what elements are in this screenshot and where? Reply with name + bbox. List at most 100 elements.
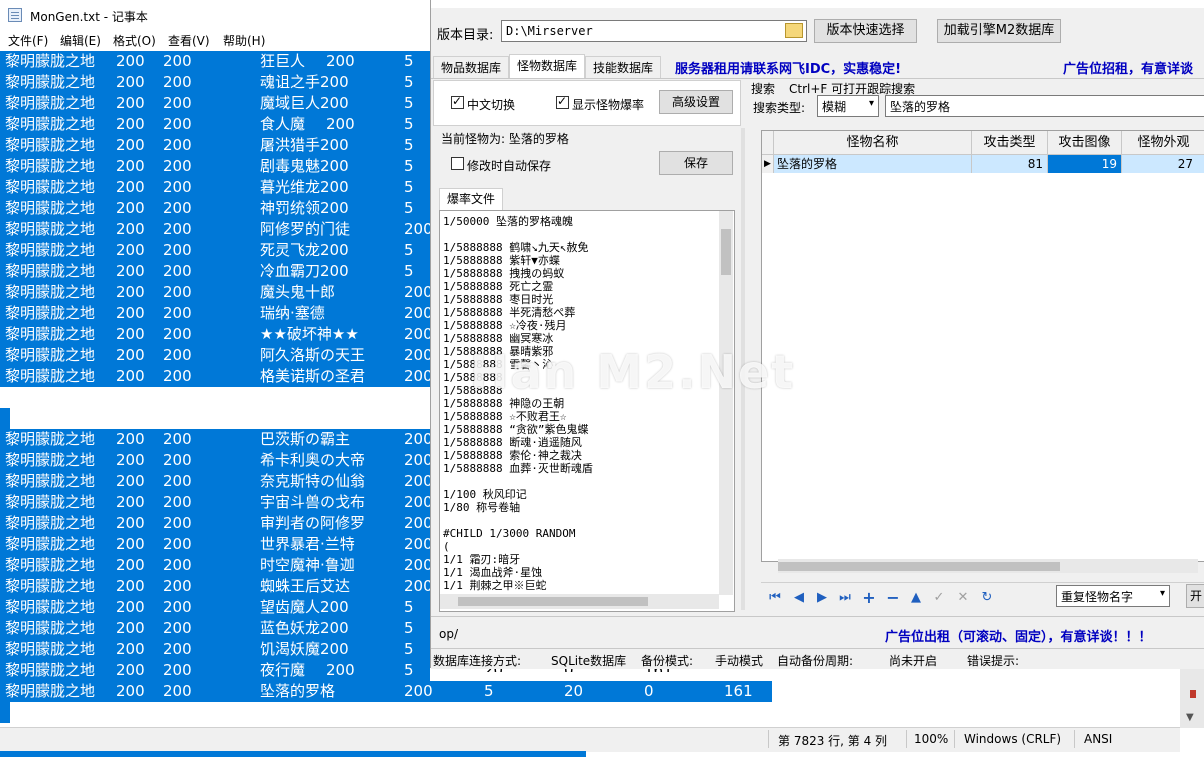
folder-icon[interactable] [785,23,803,38]
window-title: MonGen.txt - 记事本 [30,10,148,24]
tab-drop-file[interactable]: 爆率文件 [439,188,503,210]
text-line: 黎明朦胧之地 200 200 冷血霸刀200 5 [0,261,430,282]
backup-value: 手动模式 [715,654,764,668]
blank-selected-line [0,408,10,429]
cell-monster-name[interactable]: 坠落的罗格 [774,155,972,173]
menu-help[interactable]: 帮助(H) [223,32,265,49]
col-attack-image[interactable]: 攻击图像 [1048,131,1122,155]
drop-file-editor[interactable]: 1/50000 坠落的罗格魂魄 1/5888888 鹤啸↘九天↖赦免 1/58888… [439,210,735,612]
load-db-button[interactable]: 加载引擎M2数据库 [937,19,1061,43]
notepad-statusbar: 第 7823 行, 第 4 列 100% Windows (CRLF) ANSI [0,727,1180,752]
cell-attack-image[interactable]: 19 [1048,155,1122,173]
cancel-edit-icon[interactable]: ✕ [955,590,971,606]
drop-hscroll[interactable] [440,594,719,609]
text-line: 黎明朦胧之地 200 200 魂诅之手200 5 [0,72,430,93]
text-line: 黎明朦胧之地 200 200 狂巨人 200 5 [0,51,430,72]
col-attack-type[interactable]: 攻击类型 [972,131,1048,155]
grid-hscroll[interactable] [778,559,1198,573]
drop-line: 1/1 霜刃:暗牙 [443,553,521,566]
drop-vscroll[interactable] [719,211,733,595]
scroll-down-icon[interactable]: ▼ [1186,712,1194,723]
text-line: 黎明朦胧之地 200 200 阿修罗的门徒 200 [0,219,433,240]
cycle-label: 自动备份周期: [777,654,854,668]
tab-items[interactable]: 物品数据库 [433,56,509,78]
drop-line: 1/5888888 断魂·逍遥随风 [443,436,582,449]
search-type-select[interactable]: 模糊 ▾ [817,95,879,117]
menu-format[interactable]: 格式(O) [113,32,156,49]
advanced-settings-button[interactable]: 高级设置 [659,90,733,114]
notepad-menubar: 文件(F) 编辑(E) 格式(O) 查看(V) 帮助(H) [0,30,430,50]
drop-line: 1/80 称号卷轴 [443,501,521,514]
tab-skills[interactable]: 技能数据库 [585,56,661,78]
ad-banner-top-right[interactable]: 广告位招租，有意详谈 [1063,58,1193,77]
cell-monster-look[interactable]: 27 [1122,155,1204,173]
search-type-label: 搜索类型: [753,101,806,115]
text-line: 黎明朦胧之地 200 200 世界暴君·兰特 200 [0,534,433,555]
text-line: 黎明朦胧之地 200 200 宇宙斗兽の戈布 200 [0,492,433,513]
post-edit-icon[interactable]: ✓ [931,590,947,606]
quick-select-button[interactable]: 版本快速选择 [814,19,917,43]
dir-label: 版本目录: [437,28,494,43]
more-button[interactable]: 开 [1186,584,1204,608]
text-line: 黎明朦胧之地 200 200 格美诺斯の圣君 200 [0,366,433,387]
text-line: 黎明朦胧之地 200 200 暮光维龙200 5 [0,177,430,198]
dir-input[interactable]: D:\Mirserver [501,20,807,42]
search-title: 搜索 [751,82,776,96]
checkbox-chinese[interactable] [451,94,464,109]
error-label: 错误提示: [967,654,1020,668]
chevron-down-icon: ▾ [1159,588,1165,599]
drop-line: #CHILD 1/3000 RANDOM [443,527,576,540]
status-encoding: ANSI [1084,732,1113,746]
status-position: 第 7823 行, 第 4 列 [778,734,888,748]
text-line: 黎明朦胧之地 200 200 剧毒鬼魅200 5 [0,156,430,177]
menu-edit[interactable]: 编辑(E) [60,32,101,49]
search-input[interactable]: 坠落的罗格 [885,95,1204,117]
repeat-name-select[interactable]: 重复怪物名字 ▾ [1056,585,1170,607]
cell-attack-type[interactable]: 81 [972,155,1048,173]
text-line: 黎明朦胧之地 200 200 食人魔 200 5 [0,114,430,135]
text-line: 黎明朦胧之地 200 200 审判者の阿修罗 200 [0,513,433,534]
prev-record-icon[interactable]: ◀ [791,590,807,606]
drop-line: 1/5888888 幽冥寒冰 [443,332,554,345]
menu-view[interactable]: 查看(V) [168,32,210,49]
text-line: 黎明朦胧之地 200 200 ★★破坏神★★ 200 [0,324,433,345]
text-line: 黎明朦胧之地 200 200 希卡利奥の大帝 200 [0,450,433,471]
checkbox-chinese-label: 中文切换 [467,98,516,112]
text-line: 黎明朦胧之地 200 200 魔头鬼十郎 200 [0,282,433,303]
ad-banner-bottom[interactable]: 广告位出租（可滚动、固定），有意详谈！！！ [885,626,1152,645]
text-line: 黎明朦胧之地 200 200 神罚统领200 5 [0,198,430,219]
menu-file[interactable]: 文件(F) [8,32,48,49]
checkbox-show-drop-label: 显示怪物爆率 [572,98,645,112]
checkbox-autosave[interactable] [451,157,464,170]
last-record-icon[interactable]: ⏭ [837,590,853,606]
text-line: 黎明朦胧之地 200 200 奈克斯特の仙翁 200 [0,471,433,492]
tab-monsters[interactable]: 怪物数据库 [509,54,585,78]
caret-line [0,702,10,723]
notepad-titlebar[interactable]: MonGen.txt - 记事本 [0,0,430,30]
edit-record-icon[interactable]: ▲ [908,590,924,606]
current-monster-label: 当前怪物为: 坠落的罗格 [441,132,569,146]
conn-value: SQLite数据库 [551,654,627,668]
row-indicator-icon: ▶ [762,155,774,173]
text-line: 黎明朦胧之地 200 200 夜行魔 200 5 [0,660,430,681]
drop-line: 1/5888888 ☆不败君王☆ [443,410,567,423]
tool-title-strip [431,0,1204,8]
first-record-icon[interactable]: ⏮ [767,590,783,606]
insert-record-icon[interactable]: + [861,590,877,606]
text-line: 黎明朦胧之地 200 200 时空魔神·鲁迦 200 [0,555,433,576]
ad-banner-top[interactable]: 服务器租用请联系网飞IDC，实惠稳定! [675,58,901,77]
monster-grid[interactable]: 怪物名称 攻击类型 攻击图像 怪物外观 ▶ 坠落的罗格 81 19 27 [761,130,1204,573]
save-button[interactable]: 保存 [659,151,733,175]
col-monster-name[interactable]: 怪物名称 [774,131,972,155]
watermark: Han M2.Net [470,345,796,399]
delete-record-icon[interactable]: − [885,590,901,606]
next-record-icon[interactable]: ▶ [814,590,830,606]
refresh-icon[interactable]: ↻ [979,590,995,606]
col-monster-look[interactable]: 怪物外观 [1122,131,1204,155]
text-line-last: 黎明朦胧之地 200 200 坠落的罗格 200 5 20 0 161 [0,681,772,702]
conn-label: 数据库连接方式: [433,654,522,668]
drop-line: 1/5888888 半死清愁ぺ葬 [443,306,576,319]
text-line: 黎明朦胧之地 200 200 望齿魔人200 5 [0,597,430,618]
drop-line: 1/1 荆棘之甲※巨蛇 [443,579,547,592]
checkbox-show-drop[interactable] [556,94,569,109]
